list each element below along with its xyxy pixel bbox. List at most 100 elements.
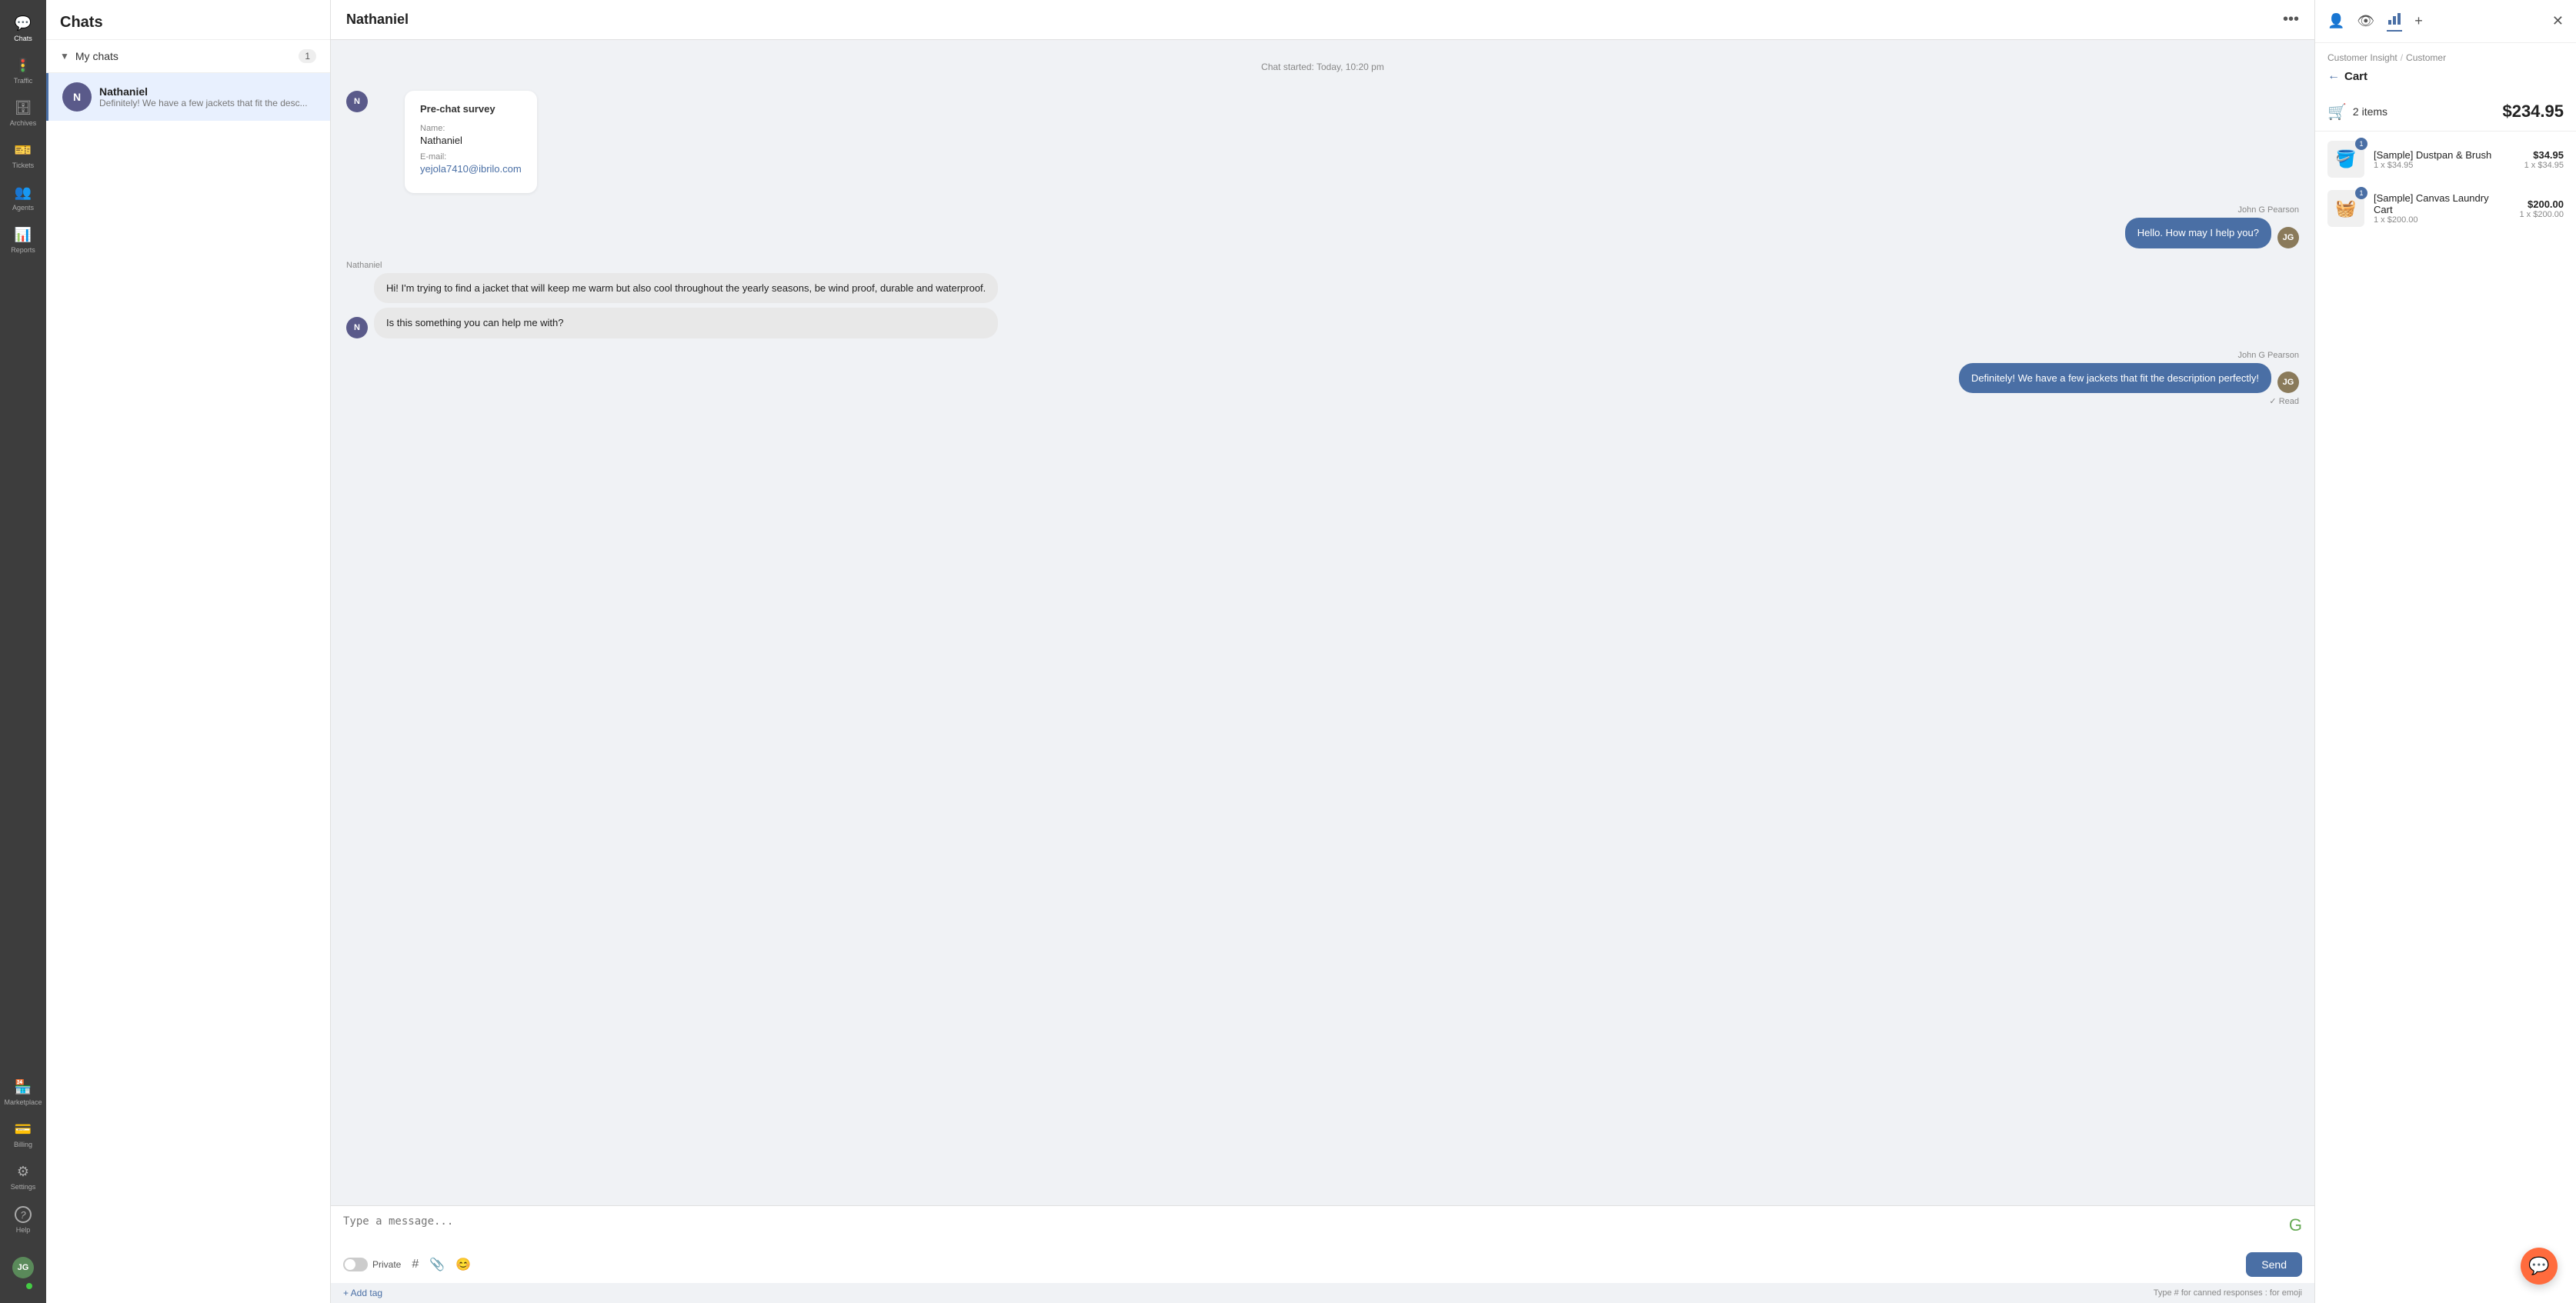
sidebar-item-archives[interactable]: 🗄 Archives (0, 92, 46, 135)
sidebar-item-label: Chats (14, 35, 32, 42)
sidebar-item-label: Marketplace (4, 1098, 42, 1106)
person-icon[interactable]: 👤 (2327, 13, 2344, 29)
right-panel: 👤 👁 + ✕ Customer Insight / Customer ← Ca… (2314, 0, 2576, 1303)
breadcrumb-part2: Customer (2406, 52, 2446, 63)
survey-email-field: E-mail: yejola7410@ibrilo.com (420, 152, 522, 175)
sidebar-item-reports[interactable]: 📊 Reports (0, 219, 46, 262)
agent-avatar: JG (2277, 372, 2299, 393)
sidebar-item-settings[interactable]: ⚙ Settings (0, 1156, 46, 1198)
name-label: Name: (420, 124, 522, 133)
cart-item-price: $34.95 1 x $34.95 (2524, 149, 2564, 170)
sidebar-item-agents[interactable]: 👥 Agents (0, 177, 46, 219)
cart-item-info: [Sample] Canvas Laundry Cart 1 x $200.00 (2374, 192, 2511, 225)
message-input[interactable] (343, 1215, 2283, 1246)
item-badge: 1 (2355, 138, 2367, 150)
cart-item: 🧺 1 [Sample] Canvas Laundry Cart 1 x $20… (2327, 190, 2564, 227)
cart-total: $234.95 (2502, 102, 2564, 122)
email-value: yejola7410@ibrilo.com (420, 163, 522, 175)
sidebar-nav: 💬 Chats 🚦 Traffic 🗄 Archives 🎫 Tickets 👥… (0, 0, 46, 1303)
cart-item-info: [Sample] Dustpan & Brush 1 x $34.95 (2374, 149, 2515, 170)
message-row: Nathaniel N Hi! I'm trying to find a jac… (346, 261, 998, 338)
eye-icon[interactable]: 👁 (2357, 13, 2374, 29)
footer-hint: Type # for canned responses : for emoji (2154, 1288, 2302, 1298)
hashtag-icon[interactable]: # (412, 1258, 419, 1271)
message-sender: John G Pearson (2238, 205, 2300, 215)
pre-chat-survey-row: N Pre-chat survey Name: Nathaniel E-mail… (346, 91, 2299, 193)
cart-item-qty: 1 x $34.95 (2374, 161, 2515, 170)
billing-icon: 💳 (15, 1121, 32, 1138)
more-options-icon[interactable]: ••• (2283, 11, 2299, 28)
sidebar-item-tickets[interactable]: 🎫 Tickets (0, 135, 46, 177)
chat-avatar: N (62, 82, 92, 112)
sidebar-item-label: Traffic (14, 77, 33, 85)
chat-preview: Definitely! We have a few jackets that f… (99, 98, 316, 108)
agents-icon: 👥 (15, 185, 32, 201)
grammarly-icon: G (2289, 1215, 2302, 1235)
message-row: John G Pearson JG Hello. How may I help … (2125, 205, 2299, 248)
breadcrumb-separator: / (2401, 52, 2403, 63)
chat-main: Nathaniel ••• Chat started: Today, 10:20… (331, 0, 2314, 1303)
chat-list: N Nathaniel Definitely! We have a few ja… (46, 73, 330, 1303)
message-bubble: Hello. How may I help you? (2125, 218, 2271, 248)
my-chats-count: 1 (299, 49, 316, 63)
chat-input-area: G Private # 📎 😊 Send (331, 1205, 2314, 1283)
pre-chat-survey: Pre-chat survey Name: Nathaniel E-mail: … (405, 91, 537, 193)
chat-name: Nathaniel (99, 85, 316, 98)
floating-chat-button[interactable]: 💬 (2521, 1248, 2558, 1285)
traffic-icon: 🚦 (15, 58, 32, 74)
message-row: John G Pearson JG Definitely! We have a … (1959, 351, 2299, 407)
private-label: Private (372, 1259, 401, 1270)
sidebar-item-label: Settings (11, 1183, 36, 1191)
back-to-cart-button[interactable]: ← Cart (2315, 63, 2576, 92)
cart-summary: 🛒 2 items $234.95 (2315, 92, 2576, 132)
chat-header-title: Nathaniel (346, 12, 409, 28)
sidebar-item-label: Billing (14, 1141, 32, 1148)
cart-item-qty: 1 x $200.00 (2374, 215, 2511, 225)
attachment-icon[interactable]: 📎 (429, 1257, 445, 1272)
chat-messages: Chat started: Today, 10:20 pm N Pre-chat… (331, 40, 2314, 1205)
chat-info: Nathaniel Definitely! We have a few jack… (99, 85, 316, 108)
chats-panel: Chats ▼ My chats 1 N Nathaniel Definitel… (46, 0, 331, 1303)
cart-item-name: [Sample] Canvas Laundry Cart (2374, 192, 2511, 215)
private-toggle[interactable]: Private (343, 1258, 401, 1271)
my-chats-row[interactable]: ▼ My chats 1 (46, 40, 330, 73)
item-badge: 1 (2355, 187, 2367, 199)
cart-icon: 🛒 (2327, 102, 2347, 122)
incoming-bubbles: N Hi! I'm trying to find a jacket that w… (346, 273, 998, 338)
avatar: JG (12, 1257, 34, 1278)
chat-list-item[interactable]: N Nathaniel Definitely! We have a few ja… (46, 73, 330, 121)
chart-icon[interactable] (2387, 11, 2402, 32)
chats-icon: 💬 (15, 15, 32, 32)
survey-title: Pre-chat survey (420, 103, 522, 115)
cart-item-price: $200.00 1 x $200.00 (2520, 198, 2564, 219)
toggle-switch[interactable] (343, 1258, 368, 1271)
cart-item-image: 🧺 1 (2327, 190, 2364, 227)
agent-avatar: JG (2277, 227, 2299, 248)
input-toolbar: Private # 📎 😊 Send (343, 1252, 2302, 1277)
sidebar-item-traffic[interactable]: 🚦 Traffic (0, 50, 46, 92)
nathaniel-avatar: N (346, 317, 368, 338)
breadcrumb: Customer Insight / Customer (2315, 43, 2576, 63)
message-sender-row: JG Hello. How may I help you? (2125, 218, 2299, 248)
sidebar-item-marketplace[interactable]: 🏪 Marketplace (0, 1071, 46, 1114)
add-tag-button[interactable]: + Add tag (343, 1288, 382, 1298)
message-bubble: Is this something you can help me with? (374, 308, 998, 338)
emoji-icon[interactable]: 😊 (455, 1257, 471, 1272)
add-icon[interactable]: + (2414, 13, 2423, 29)
chevron-down-icon: ▼ (60, 51, 69, 62)
user-avatar-nav[interactable]: JG (0, 1249, 46, 1295)
send-button[interactable]: Send (2246, 1252, 2302, 1277)
message-sender: Nathaniel (346, 261, 382, 270)
bubbles-stack: Hi! I'm trying to find a jacket that wil… (374, 273, 998, 338)
sidebar-item-label: Help (16, 1226, 31, 1234)
sidebar-item-billing[interactable]: 💳 Billing (0, 1114, 46, 1156)
close-icon[interactable]: ✕ (2552, 13, 2564, 29)
sidebar-item-chats[interactable]: 💬 Chats (0, 8, 46, 50)
sidebar-item-label: Agents (12, 204, 34, 212)
price-sub: 1 x $200.00 (2520, 210, 2564, 219)
tickets-icon: 🎫 (15, 142, 32, 158)
input-tools-left: Private # 📎 😊 (343, 1257, 471, 1272)
sidebar-item-label: Archives (10, 119, 37, 127)
sidebar-item-help[interactable]: ? Help (0, 1198, 46, 1241)
name-value: Nathaniel (420, 135, 522, 146)
